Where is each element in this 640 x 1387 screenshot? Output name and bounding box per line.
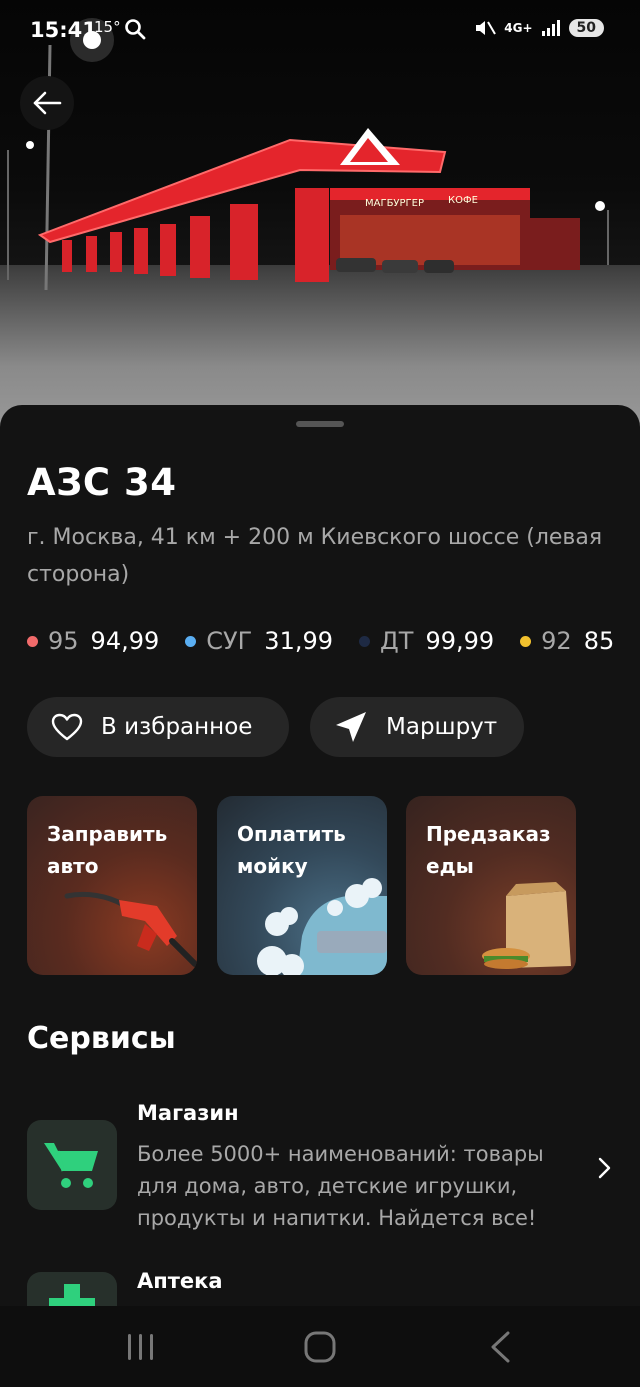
drag-handle[interactable] xyxy=(296,421,344,427)
station-photo: МАГБУРГЕР КОФЕ xyxy=(0,0,640,430)
search-icon xyxy=(125,19,146,40)
recent-apps-icon[interactable] xyxy=(126,1330,156,1364)
fuel-price-item: 95 94,99 xyxy=(27,627,159,655)
heart-icon xyxy=(51,713,83,741)
fuel-type: ДТ xyxy=(380,627,414,655)
svg-text:МАГБУРГЕР: МАГБУРГЕР xyxy=(365,198,424,209)
arrow-left-icon xyxy=(33,91,62,115)
car-wash-card[interactable]: Оплатить мойку xyxy=(217,796,387,975)
station-address: г. Москва, 41 км + 200 м Киевского шоссе… xyxy=(27,525,603,587)
favorites-label: В избранное xyxy=(101,714,253,740)
fuel-value: 99,99 xyxy=(425,627,495,655)
back-nav-icon[interactable] xyxy=(488,1330,512,1364)
service-description: Более 5000+ наименований: товары для дом… xyxy=(137,1142,544,1230)
services-heading: Сервисы xyxy=(27,1021,176,1056)
fuel-color-dot xyxy=(359,635,371,647)
fuel-nozzle-icon xyxy=(64,891,197,967)
status-time: 15:41 xyxy=(30,18,97,42)
gas-station-illustration: МАГБУРГЕР КОФЕ xyxy=(7,18,609,291)
battery-level: 50 xyxy=(568,19,604,37)
status-temperature: 15° xyxy=(94,18,121,36)
refuel-card[interactable]: Заправить авто xyxy=(27,796,197,975)
fuel-type: 95 xyxy=(48,627,79,655)
home-icon[interactable] xyxy=(303,1330,337,1364)
svg-text:КОФЕ: КОФЕ xyxy=(448,195,478,206)
route-button[interactable]: Маршрут xyxy=(310,697,524,757)
chevron-right-icon xyxy=(598,1157,611,1179)
route-label: Маршрут xyxy=(386,714,498,740)
back-button[interactable] xyxy=(20,76,74,130)
fuel-price-item: 92 85 xyxy=(520,627,614,655)
fuel-color-dot xyxy=(27,635,38,647)
status-bar: 15:41 15° 4G+ 50 xyxy=(0,0,640,60)
signal-icon xyxy=(541,20,560,36)
fuel-type: СУГ xyxy=(206,627,253,655)
network-type: 4G+ xyxy=(504,21,533,35)
fuel-color-dot xyxy=(185,635,197,647)
fuel-price-item: СУГ 31,99 xyxy=(185,627,333,655)
fuel-color-dot xyxy=(520,635,532,647)
fuel-type: 92 xyxy=(541,627,572,655)
car-wash-icon xyxy=(257,878,387,975)
fuel-price-item: ДТ 99,99 xyxy=(359,627,494,655)
station-details-sheet: АЗС 34 г. Москва, 41 км + 200 м Киевског… xyxy=(0,405,640,1312)
fuel-value: 94,99 xyxy=(90,627,160,655)
food-bag-icon xyxy=(482,882,571,969)
fuel-prices[interactable]: 95 94,99 СУГ 31,99 ДТ 99,99 92 85 xyxy=(27,627,614,655)
station-name: АЗС 34 xyxy=(27,461,177,504)
food-preorder-card[interactable]: Предзаказ еды xyxy=(406,796,576,975)
service-title: Магазин xyxy=(137,1101,239,1125)
system-navigation-bar xyxy=(0,1306,640,1387)
shopping-cart-icon xyxy=(44,1143,98,1188)
fuel-value: 31,99 xyxy=(264,627,334,655)
navigation-arrow-icon xyxy=(336,712,366,742)
mute-icon xyxy=(476,21,497,35)
service-title: Аптека xyxy=(137,1269,223,1293)
add-to-favorites-button[interactable]: В избранное xyxy=(27,697,289,757)
fuel-value: 85 xyxy=(583,627,615,655)
shop-icon-tile xyxy=(27,1120,117,1210)
